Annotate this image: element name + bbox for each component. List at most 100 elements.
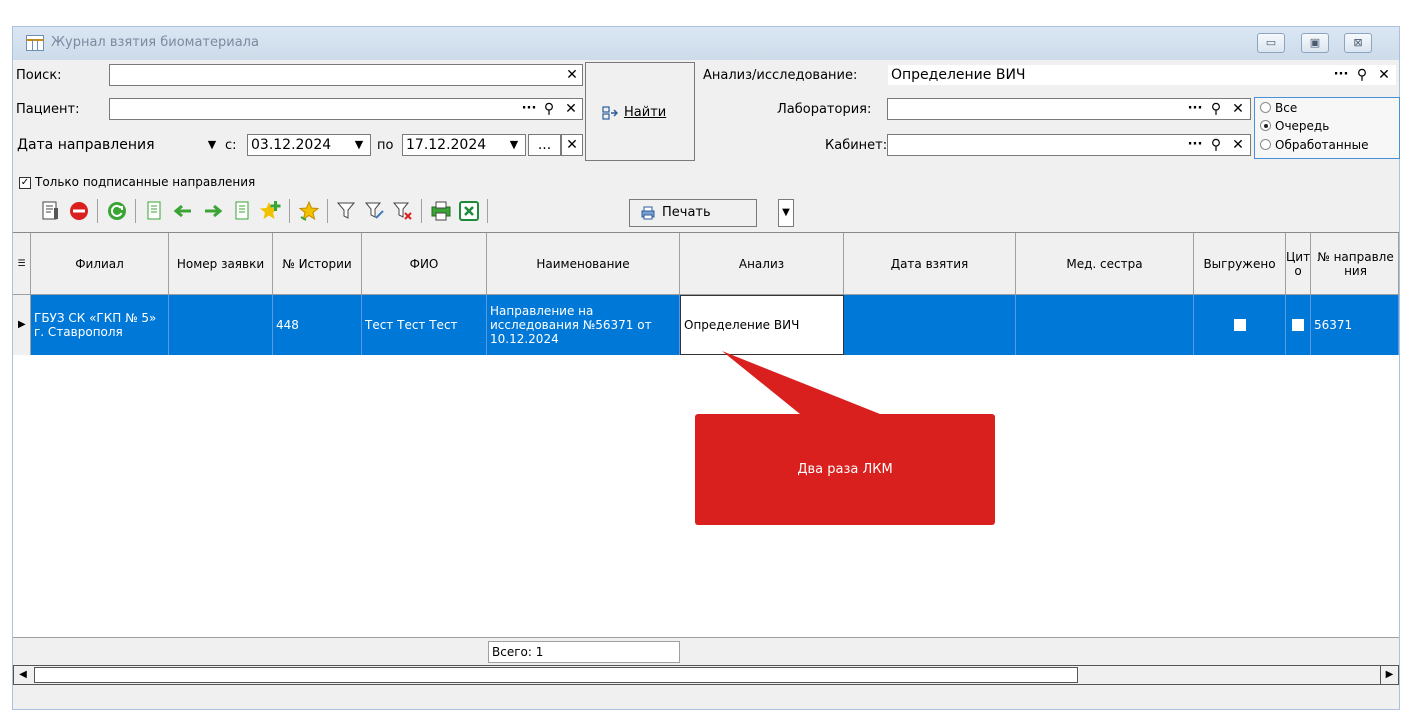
title-bar[interactable]: Журнал взятия биоматериала ▭ ▣ ⊠: [13, 27, 1399, 60]
cell-fio[interactable]: Тест Тест Тест: [362, 295, 487, 355]
analysis-browse-icon[interactable]: ···: [1331, 65, 1351, 85]
printer-icon[interactable]: [429, 199, 453, 223]
cell-branch[interactable]: ГБУЗ СК «ГКП № 5» г. Ставрополя: [31, 295, 169, 355]
biomaterial-journal-window: Журнал взятия биоматериала ▭ ▣ ⊠ Поиск: …: [12, 26, 1400, 710]
radio-queue-dot: [1260, 120, 1271, 131]
clear-patient-icon[interactable]: ✕: [562, 99, 580, 119]
clear-lab-icon[interactable]: ✕: [1229, 99, 1247, 119]
minimize-button[interactable]: ▭: [1257, 33, 1285, 53]
period-button[interactable]: ...: [528, 134, 561, 156]
filter-icon[interactable]: [335, 199, 359, 223]
print-button-label: Печать: [662, 205, 711, 220]
clear-analysis-icon[interactable]: ✕: [1375, 65, 1393, 85]
open-document-icon[interactable]: [39, 199, 63, 223]
maximize-button[interactable]: ▣: [1301, 33, 1329, 53]
excel-icon[interactable]: [457, 199, 481, 223]
to-label: по: [377, 138, 394, 153]
print-dropdown-icon[interactable]: ▼: [778, 199, 794, 227]
separator: [327, 199, 328, 223]
cell-take-date[interactable]: [844, 295, 1016, 355]
uploaded-checkbox[interactable]: [1233, 319, 1246, 331]
search-label: Поиск:: [16, 68, 62, 83]
to-date-dropdown-icon[interactable]: ▼: [504, 135, 524, 155]
grid-row-indicator-header[interactable]: ☰: [13, 233, 31, 295]
cell-nurse[interactable]: [1016, 295, 1194, 355]
lab-browse-icon[interactable]: ···: [1185, 99, 1205, 119]
search-input[interactable]: [109, 64, 583, 86]
column-header-nurse[interactable]: Мед. сестра: [1016, 233, 1194, 295]
scroll-left-icon[interactable]: ◀: [14, 666, 32, 684]
document-list-icon[interactable]: [231, 199, 255, 223]
date-type-value: Дата направления: [17, 137, 155, 153]
cell-request-no[interactable]: [169, 295, 273, 355]
column-header-cyto[interactable]: Цит о: [1286, 233, 1311, 295]
separator: [97, 199, 98, 223]
filter-clear-icon[interactable]: [391, 199, 415, 223]
horizontal-scrollbar[interactable]: ◀ ▶: [13, 665, 1399, 685]
add-star-icon[interactable]: [259, 199, 283, 223]
column-header-take-date[interactable]: Дата взятия: [844, 233, 1016, 295]
cell-history-no[interactable]: 448: [273, 295, 362, 355]
radio-all-label: Все: [1275, 101, 1298, 115]
column-header-fio[interactable]: ФИО: [362, 233, 487, 295]
column-header-analysis[interactable]: Анализ: [680, 233, 844, 295]
stop-icon[interactable]: [67, 199, 91, 223]
only-signed-label: Только подписанные направления: [35, 175, 256, 189]
column-header-branch[interactable]: Филиал: [31, 233, 169, 295]
scroll-right-icon[interactable]: ▶: [1380, 666, 1398, 684]
radio-queue[interactable]: Очередь: [1260, 119, 1329, 133]
cabinet-label: Кабинет:: [825, 138, 888, 153]
patient-browse-icon[interactable]: ···: [519, 99, 539, 119]
radio-all-dot: [1260, 102, 1271, 113]
column-header-name[interactable]: Наименование: [487, 233, 680, 295]
column-header-request-no[interactable]: Номер заявки: [169, 233, 273, 295]
cell-referral-no[interactable]: 56371: [1311, 295, 1399, 355]
refresh-icon[interactable]: [105, 199, 129, 223]
column-header-history-no[interactable]: № Истории: [273, 233, 362, 295]
separator: [421, 199, 422, 223]
cyto-checkbox[interactable]: [1292, 319, 1304, 331]
print-button[interactable]: Печать: [629, 199, 757, 227]
filter-edit-icon[interactable]: [363, 199, 387, 223]
analysis-input[interactable]: Определение ВИЧ: [887, 64, 1397, 86]
table-icon: [26, 35, 44, 51]
window-title: Журнал взятия биоматериала: [51, 35, 259, 50]
patient-search-icon[interactable]: ⚲: [540, 99, 558, 119]
list-icon[interactable]: [143, 199, 167, 223]
clear-search-icon[interactable]: ✕: [563, 65, 581, 85]
close-button[interactable]: ⊠: [1344, 33, 1372, 53]
cell-cyto[interactable]: [1286, 295, 1311, 355]
patient-input[interactable]: [109, 98, 583, 120]
arrow-left-icon[interactable]: [171, 199, 195, 223]
favorite-star-icon[interactable]: [297, 199, 321, 223]
arrow-right-icon[interactable]: [201, 199, 225, 223]
cell-name[interactable]: Направление на исследования №56371 от 10…: [487, 295, 680, 355]
date-type-select[interactable]: Дата направления: [13, 134, 225, 156]
column-header-uploaded[interactable]: Выгружено: [1194, 233, 1286, 295]
cell-uploaded[interactable]: [1194, 295, 1286, 355]
callout-annotation: Два раза ЛКМ: [695, 414, 995, 525]
total-count: Всего: 1: [488, 641, 680, 663]
only-signed-checkbox[interactable]: ✓: [19, 177, 31, 189]
scrollbar-thumb[interactable]: [34, 667, 1078, 683]
find-button[interactable]: Найти: [585, 62, 695, 161]
radio-processed-dot: [1260, 139, 1271, 150]
radio-processed-label: Обработанные: [1275, 138, 1369, 152]
radio-processed[interactable]: Обработанные: [1260, 138, 1368, 152]
find-button-label: Найти: [624, 105, 667, 120]
clear-period-icon[interactable]: ✕: [561, 134, 583, 156]
patient-label: Пациент:: [16, 102, 80, 117]
to-date-value: 17.12.2024: [406, 137, 487, 153]
from-date-value: 03.12.2024: [251, 137, 332, 153]
cell-analysis[interactable]: Определение ВИЧ: [680, 295, 844, 355]
clear-cabinet-icon[interactable]: ✕: [1229, 135, 1247, 155]
separator: [487, 199, 488, 223]
lab-search-icon[interactable]: ⚲: [1207, 99, 1225, 119]
column-header-referral-no[interactable]: № направле ния: [1311, 233, 1399, 295]
cabinet-browse-icon[interactable]: ···: [1185, 135, 1205, 155]
radio-all[interactable]: Все: [1260, 101, 1297, 115]
chevron-down-icon[interactable]: ▼: [203, 135, 221, 155]
analysis-search-icon[interactable]: ⚲: [1353, 65, 1371, 85]
from-date-dropdown-icon[interactable]: ▼: [349, 135, 369, 155]
cabinet-search-icon[interactable]: ⚲: [1207, 135, 1225, 155]
